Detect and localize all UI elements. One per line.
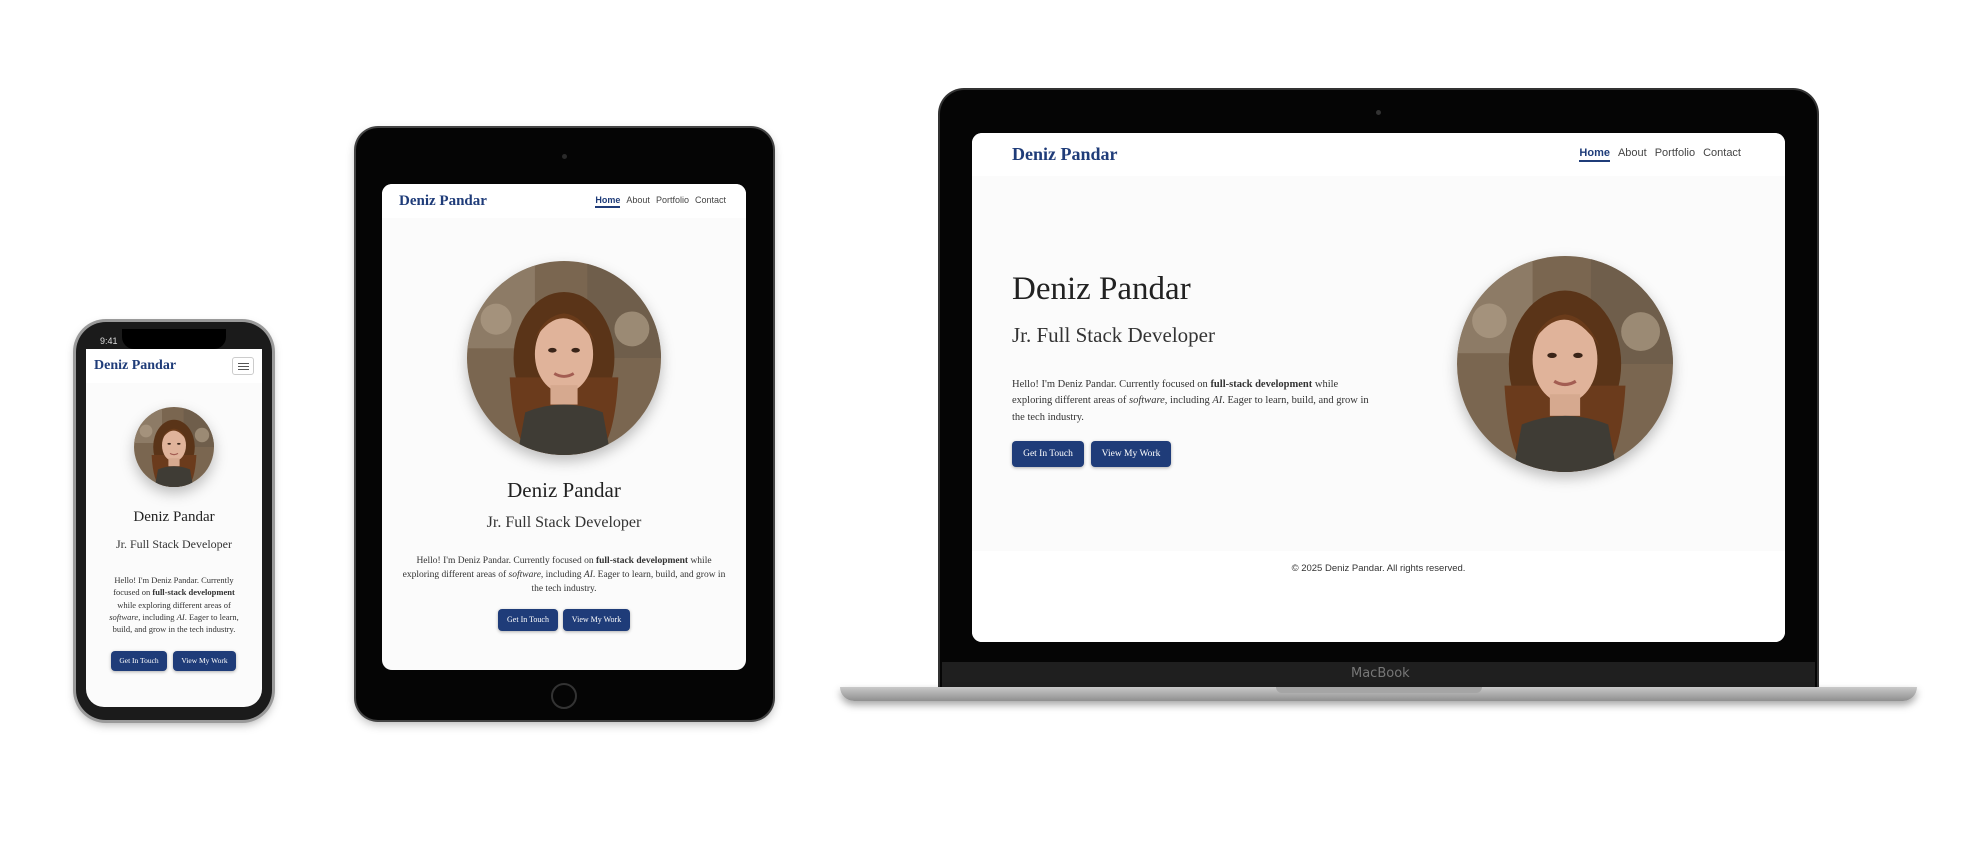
status-time: 9:41 <box>100 336 118 346</box>
nav-contact[interactable]: Contact <box>1703 147 1741 162</box>
laptop-screen: Deniz Pandar Home About Portfolio Contac… <box>972 133 1785 642</box>
phone-screen: Deniz Pandar Deniz Pandar Jr. Full Stack… <box>86 349 262 707</box>
home-button-icon[interactable] <box>551 683 577 709</box>
get-in-touch-button[interactable]: Get In Touch <box>498 609 558 631</box>
brand-logo[interactable]: Deniz Pandar <box>399 193 487 210</box>
view-my-work-button[interactable]: View My Work <box>563 609 630 631</box>
tablet-screen: Deniz Pandar Home About Portfolio Contac… <box>382 184 746 670</box>
hamburger-menu-icon[interactable] <box>232 357 254 375</box>
hero-name: Deniz Pandar <box>133 509 215 525</box>
hero-bio: Hello! I'm Deniz Pandar. Currently focus… <box>109 575 239 635</box>
nav-home[interactable]: Home <box>1579 147 1610 162</box>
site-footer: © 2025 Deniz Pandar. All rights reserved… <box>972 551 1785 642</box>
nav-portfolio[interactable]: Portfolio <box>1655 147 1695 162</box>
hero-role: Jr. Full Stack Developer <box>1012 323 1215 347</box>
nav-about[interactable]: About <box>1618 147 1647 162</box>
profile-photo <box>467 261 661 455</box>
laptop-notch <box>1276 687 1482 693</box>
brand-logo[interactable]: Deniz Pandar <box>94 358 176 374</box>
nav-portfolio[interactable]: Portfolio <box>656 195 689 208</box>
profile-photo <box>134 407 214 487</box>
nav-about[interactable]: About <box>626 195 650 208</box>
nav-contact[interactable]: Contact <box>695 195 726 208</box>
get-in-touch-button[interactable]: Get In Touch <box>111 651 167 671</box>
nav-links: Home About Portfolio Contact <box>1579 147 1741 162</box>
get-in-touch-button[interactable]: Get In Touch <box>1012 441 1084 467</box>
view-my-work-button[interactable]: View My Work <box>1091 441 1171 467</box>
hero-role: Jr. Full Stack Developer <box>486 514 642 531</box>
navbar: Deniz Pandar Home About Portfolio Contac… <box>972 133 1785 176</box>
hero-bio: Hello! I'm Deniz Pandar. Currently focus… <box>402 556 726 594</box>
brand-logo[interactable]: Deniz Pandar <box>1012 144 1118 165</box>
navbar: Deniz Pandar Home About Portfolio Contac… <box>382 184 746 218</box>
camera-icon <box>562 154 567 159</box>
nav-home[interactable]: Home <box>595 195 621 208</box>
laptop-model-label: MacBook <box>1351 666 1410 681</box>
nav-links: Home About Portfolio Contact <box>595 195 726 208</box>
hero-bio: Hello! I'm Deniz Pandar. Currently focus… <box>1012 379 1369 423</box>
hero-role: Jr. Full Stack Developer <box>116 537 232 551</box>
navbar: Deniz Pandar <box>86 349 262 383</box>
hero-name: Deniz Pandar <box>1012 271 1191 307</box>
phone-notch <box>122 329 226 349</box>
view-my-work-button[interactable]: View My Work <box>173 651 236 671</box>
camera-icon <box>1376 110 1381 115</box>
hero-name: Deniz Pandar <box>507 478 621 502</box>
profile-photo <box>1457 256 1673 472</box>
